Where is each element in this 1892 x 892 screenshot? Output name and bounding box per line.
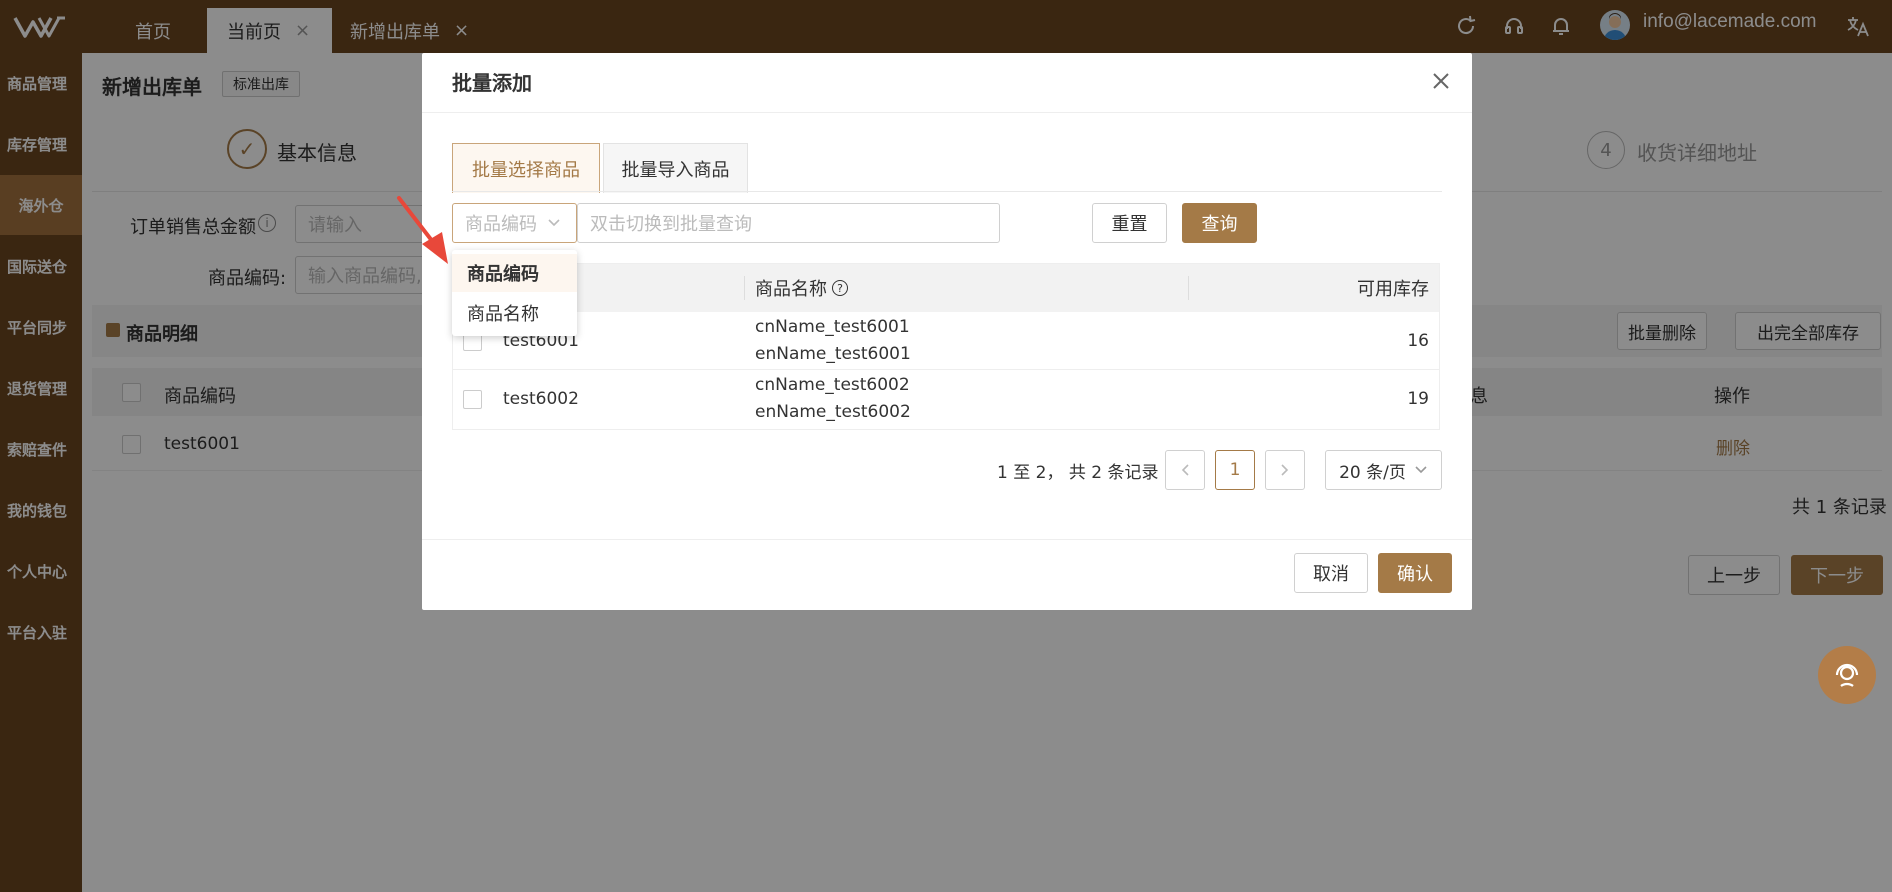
page-size-value: 20 条/页 xyxy=(1339,462,1406,483)
row-en-name: enName_test6001 xyxy=(755,344,911,364)
field-select-dropdown: 商品编码 商品名称 xyxy=(452,250,577,336)
query-button[interactable]: 查询 xyxy=(1182,203,1257,243)
dropdown-option-sku[interactable]: 商品编码 xyxy=(452,254,577,292)
field-select[interactable]: 商品编码 xyxy=(452,203,577,243)
support-chat-button[interactable] xyxy=(1818,646,1876,704)
row-checkbox[interactable] xyxy=(463,390,482,409)
chevron-down-icon xyxy=(1415,466,1427,474)
close-icon[interactable] xyxy=(1427,67,1455,95)
batch-add-dialog: 批量添加 批量选择商品 批量导入商品 商品编码 双击切换到批量查询 重置 查询 … xyxy=(422,53,1472,610)
tab-batch-import[interactable]: 批量导入商品 xyxy=(603,143,748,193)
chevron-down-icon xyxy=(548,219,560,227)
row-stock: 19 xyxy=(1407,389,1429,409)
table-header: 商品名称 ? 可用库存 xyxy=(453,264,1439,312)
help-icon[interactable]: ? xyxy=(832,280,848,296)
table-row: test6002 cnName_test6002 enName_test6002… xyxy=(453,370,1439,429)
dropdown-option-name[interactable]: 商品名称 xyxy=(452,294,577,332)
column-divider xyxy=(1188,276,1189,300)
row-cn-name: cnName_test6002 xyxy=(755,375,910,395)
column-header-name: 商品名称 ? xyxy=(755,264,848,312)
pagination-summary: 1 至 2， 共 2 条记录 xyxy=(997,463,1159,483)
cancel-button[interactable]: 取消 xyxy=(1294,553,1368,593)
column-header-name-label: 商品名称 xyxy=(755,279,827,300)
column-divider xyxy=(744,276,745,300)
table-row: test6001 cnName_test6001 enName_test6001… xyxy=(453,312,1439,370)
page-size-select[interactable]: 20 条/页 xyxy=(1325,450,1442,490)
next-page-button[interactable] xyxy=(1265,450,1305,490)
chevron-right-icon xyxy=(1281,464,1289,476)
dialog-header: 批量添加 xyxy=(422,53,1472,113)
dialog-footer-divider xyxy=(422,539,1472,540)
search-input[interactable]: 双击切换到批量查询 xyxy=(577,203,1000,243)
column-header-stock: 可用库存 xyxy=(1357,279,1429,300)
row-stock: 16 xyxy=(1407,331,1429,351)
row-en-name: enName_test6002 xyxy=(755,402,911,422)
page-number-button[interactable]: 1 xyxy=(1215,450,1255,490)
support-icon xyxy=(1835,663,1859,687)
row-sku: test6002 xyxy=(503,389,579,409)
product-table: 商品名称 ? 可用库存 test6001 cnName_test6001 enN… xyxy=(452,263,1440,430)
confirm-button[interactable]: 确认 xyxy=(1378,553,1452,593)
tab-divider xyxy=(452,191,1442,192)
dialog-title: 批量添加 xyxy=(452,71,532,95)
field-select-value: 商品编码 xyxy=(465,214,537,235)
tab-batch-select[interactable]: 批量选择商品 xyxy=(452,143,600,193)
reset-button[interactable]: 重置 xyxy=(1092,203,1167,243)
chevron-left-icon xyxy=(1181,464,1189,476)
annotation-arrow-icon xyxy=(397,196,448,264)
row-cn-name: cnName_test6001 xyxy=(755,317,910,337)
prev-page-button[interactable] xyxy=(1165,450,1205,490)
